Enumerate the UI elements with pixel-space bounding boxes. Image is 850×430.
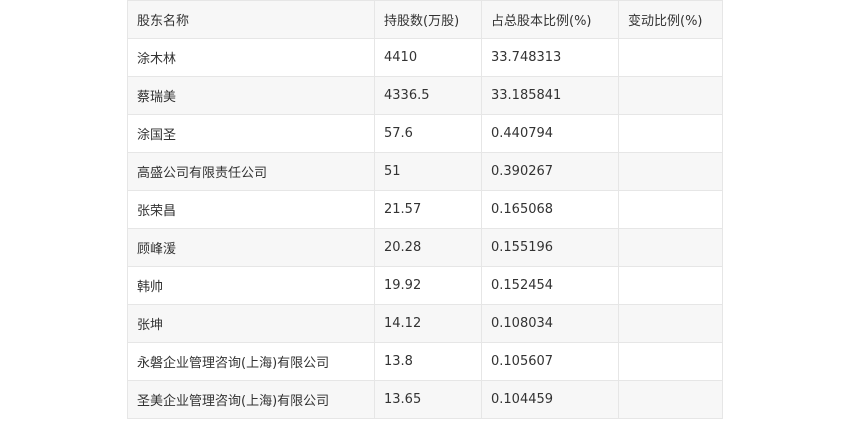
cell-shareholder-name: 圣美企业管理咨询(上海)有限公司 (127, 380, 375, 419)
cell-change-ratio (618, 190, 723, 229)
cell-share-ratio: 0.390267 (481, 152, 619, 191)
cell-shareholder-name: 张荣昌 (127, 190, 375, 229)
shareholder-table: 股东名称 持股数(万股) 占总股本比例(%) 变动比例(%) 涂木林 4410 … (127, 0, 723, 419)
cell-change-ratio (618, 76, 723, 115)
cell-share-ratio: 33.185841 (481, 76, 619, 115)
cell-share-ratio: 0.152454 (481, 266, 619, 305)
cell-shares-held: 51 (374, 152, 482, 191)
cell-shareholder-name: 涂国圣 (127, 114, 375, 153)
cell-change-ratio (618, 266, 723, 305)
cell-shareholder-name: 蔡瑞美 (127, 76, 375, 115)
cell-change-ratio (618, 380, 723, 419)
cell-shareholder-name: 张坤 (127, 304, 375, 343)
cell-share-ratio: 0.104459 (481, 380, 619, 419)
cell-shares-held: 20.28 (374, 228, 482, 267)
cell-shareholder-name: 韩帅 (127, 266, 375, 305)
table-row: 涂国圣 57.6 0.440794 (127, 114, 723, 153)
table-row: 张荣昌 21.57 0.165068 (127, 190, 723, 229)
table-header-row: 股东名称 持股数(万股) 占总股本比例(%) 变动比例(%) (127, 0, 723, 39)
cell-shares-held: 13.8 (374, 342, 482, 381)
table-row: 高盛公司有限责任公司 51 0.390267 (127, 152, 723, 191)
cell-share-ratio: 0.108034 (481, 304, 619, 343)
cell-change-ratio (618, 152, 723, 191)
cell-share-ratio: 0.165068 (481, 190, 619, 229)
cell-shares-held: 21.57 (374, 190, 482, 229)
table-row: 蔡瑞美 4336.5 33.185841 (127, 76, 723, 115)
cell-share-ratio: 0.440794 (481, 114, 619, 153)
cell-change-ratio (618, 304, 723, 343)
cell-shares-held: 4336.5 (374, 76, 482, 115)
page: 股东名称 持股数(万股) 占总股本比例(%) 变动比例(%) 涂木林 4410 … (0, 0, 850, 430)
header-shareholder-name: 股东名称 (127, 0, 375, 39)
cell-shareholder-name: 涂木林 (127, 38, 375, 77)
cell-share-ratio: 0.155196 (481, 228, 619, 267)
table-row: 圣美企业管理咨询(上海)有限公司 13.65 0.104459 (127, 380, 723, 419)
cell-change-ratio (618, 38, 723, 77)
cell-change-ratio (618, 228, 723, 267)
cell-shareholder-name: 永磐企业管理咨询(上海)有限公司 (127, 342, 375, 381)
cell-change-ratio (618, 114, 723, 153)
cell-shareholder-name: 顾峰湲 (127, 228, 375, 267)
cell-shareholder-name: 高盛公司有限责任公司 (127, 152, 375, 191)
header-shares-held: 持股数(万股) (374, 0, 482, 39)
cell-share-ratio: 33.748313 (481, 38, 619, 77)
table-row: 韩帅 19.92 0.152454 (127, 266, 723, 305)
cell-shares-held: 13.65 (374, 380, 482, 419)
cell-shares-held: 19.92 (374, 266, 482, 305)
table-row: 张坤 14.12 0.108034 (127, 304, 723, 343)
cell-share-ratio: 0.105607 (481, 342, 619, 381)
cell-shares-held: 14.12 (374, 304, 482, 343)
table-row: 涂木林 4410 33.748313 (127, 38, 723, 77)
cell-shares-held: 57.6 (374, 114, 482, 153)
header-share-ratio: 占总股本比例(%) (481, 0, 619, 39)
cell-change-ratio (618, 342, 723, 381)
header-change-ratio: 变动比例(%) (618, 0, 723, 39)
table-row: 顾峰湲 20.28 0.155196 (127, 228, 723, 267)
table-row: 永磐企业管理咨询(上海)有限公司 13.8 0.105607 (127, 342, 723, 381)
cell-shares-held: 4410 (374, 38, 482, 77)
